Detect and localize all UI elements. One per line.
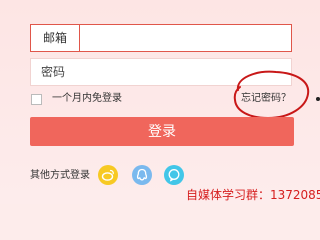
wechat-icon[interactable] bbox=[164, 165, 184, 185]
weibo-icon[interactable] bbox=[98, 165, 118, 185]
remember-login[interactable]: 一个月内免登录 bbox=[31, 92, 122, 106]
forgot-password-link[interactable]: 忘记密码？ bbox=[241, 92, 291, 106]
email-field[interactable]: 邮箱 bbox=[30, 24, 302, 52]
remember-checkbox[interactable] bbox=[31, 93, 42, 105]
remember-label: 一个月内免登录 bbox=[52, 93, 122, 104]
email-label: 邮箱 bbox=[31, 25, 80, 51]
password-input[interactable] bbox=[31, 59, 301, 85]
login-button[interactable]: 登录 bbox=[30, 117, 294, 146]
qq-icon[interactable] bbox=[132, 165, 152, 185]
other-login-label: 其他方式登录 bbox=[30, 170, 90, 181]
watermark-text: 自媒体学习群：137208581 bbox=[186, 188, 320, 202]
login-panel: 邮箱 一个月内免登录 忘记密码？ 登录 其他方式登录 自媒体学习群：137208… bbox=[0, 0, 320, 204]
cursor-dot bbox=[316, 97, 320, 101]
email-input[interactable] bbox=[80, 25, 302, 51]
password-field[interactable] bbox=[30, 58, 301, 86]
